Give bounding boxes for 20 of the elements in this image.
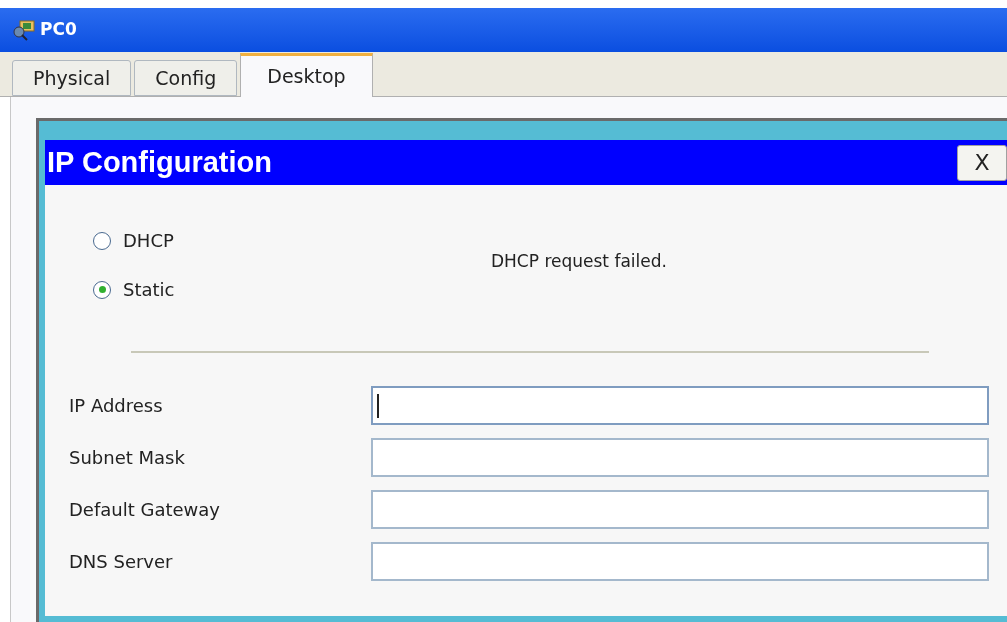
tab[interactable]: Config bbox=[134, 60, 238, 96]
input-field[interactable] bbox=[371, 386, 989, 425]
field-label: Subnet Mask bbox=[68, 446, 186, 470]
window-title: PC0 bbox=[40, 18, 77, 42]
close-button[interactable]: X bbox=[957, 144, 1007, 181]
field-label: Default Gateway bbox=[68, 498, 221, 522]
tab[interactable]: Desktop bbox=[240, 53, 373, 97]
tab[interactable]: Physical bbox=[12, 60, 132, 96]
radio-button[interactable] bbox=[93, 280, 111, 299]
radio-label: DHCP bbox=[123, 229, 174, 253]
field-label: IP Address bbox=[68, 394, 164, 418]
input-field[interactable] bbox=[371, 542, 989, 581]
status-message: DHCP request failed. bbox=[491, 250, 667, 274]
input-field[interactable] bbox=[371, 490, 989, 529]
dialog-title: IP Configuration bbox=[46, 144, 272, 180]
field-label: DNS Server bbox=[68, 550, 174, 574]
radio-button[interactable] bbox=[93, 231, 111, 250]
input-field[interactable] bbox=[371, 438, 989, 477]
computer-icon bbox=[12, 19, 36, 41]
radio-label: Static bbox=[123, 278, 175, 302]
